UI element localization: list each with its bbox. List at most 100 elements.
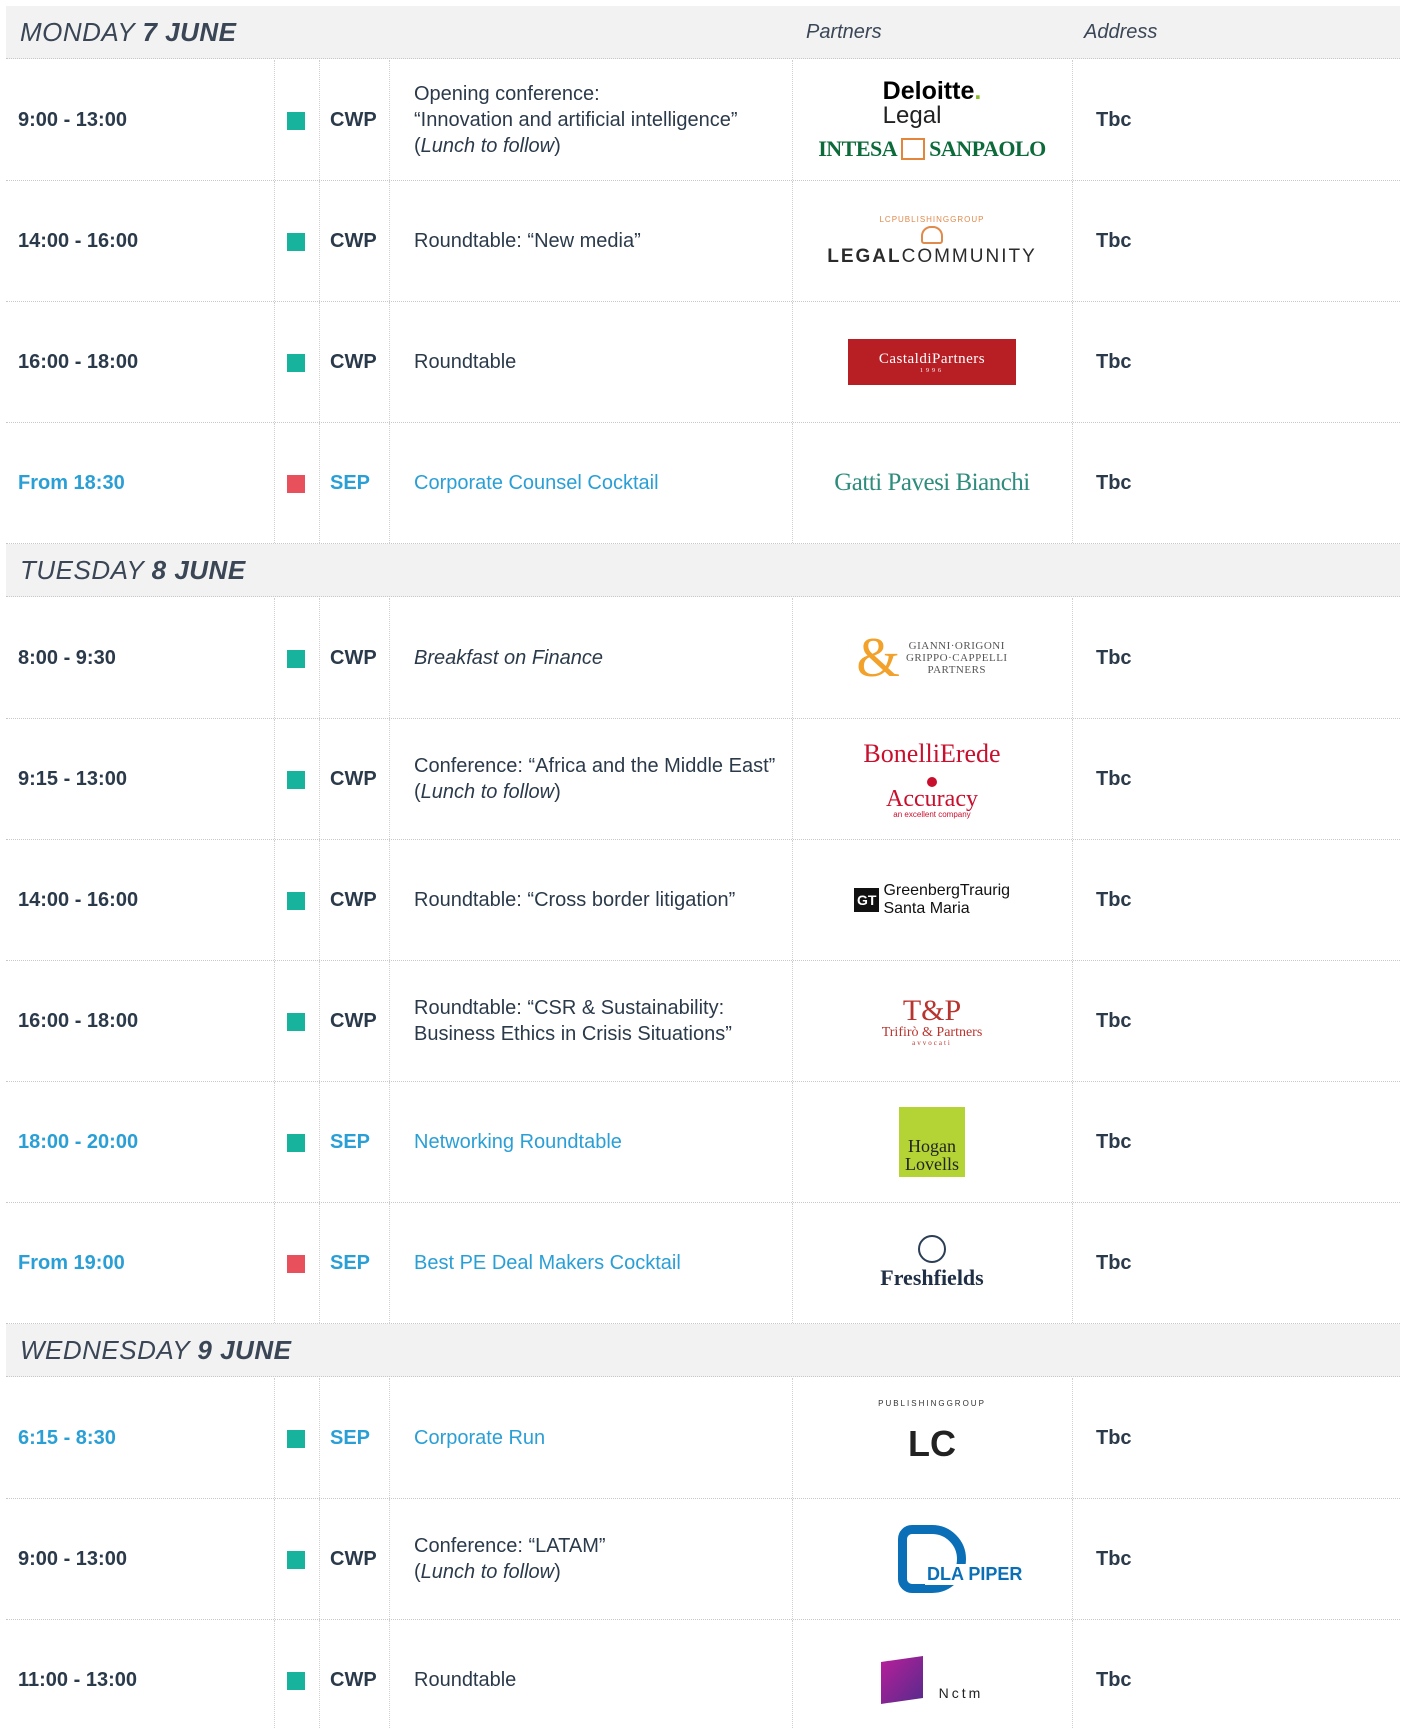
column-divider bbox=[274, 423, 275, 543]
partner-logos: & GIANNI·ORIGONI GRIPPO·CAPPELLI PARTNERS bbox=[792, 598, 1072, 718]
event-title[interactable]: Networking Roundtable bbox=[414, 1082, 794, 1202]
address-column-header: Address bbox=[1084, 21, 1158, 43]
schedule-row[interactable]: 14:00 - 16:00 CWP Roundtable: “Cross borde… bbox=[6, 840, 1400, 961]
lunch-text: Lunch to follow bbox=[420, 1561, 555, 1583]
accuracy-logo: Accuracy an excellent company bbox=[886, 777, 978, 819]
event-line: Conference: “LATAM” bbox=[414, 1535, 606, 1557]
event-line: Roundtable: “New media” bbox=[414, 230, 641, 252]
lunch-text: Lunch to follow bbox=[420, 135, 555, 157]
column-divider bbox=[1072, 60, 1073, 180]
event-title[interactable]: Corporate Counsel Cocktail bbox=[414, 423, 794, 543]
ampersand-icon: & bbox=[856, 627, 900, 689]
event-time: 14:00 - 16:00 bbox=[18, 229, 139, 252]
column-divider bbox=[274, 598, 275, 718]
event-line: Corporate Counsel Cocktail bbox=[414, 472, 659, 494]
event-time: 9:15 - 13:00 bbox=[18, 767, 127, 790]
event-time: 9:00 - 13:00 bbox=[18, 108, 127, 131]
gianni-line-3: PARTNERS bbox=[927, 664, 987, 676]
deloitte-wordmark: Deloitte. bbox=[882, 76, 982, 105]
gianni-line-1: GIANNI·ORIGONI bbox=[908, 640, 1005, 652]
event-line: Corporate Run bbox=[414, 1427, 546, 1449]
event-code: CWP bbox=[330, 767, 377, 790]
legalcommunity-logo: LCPUBLISHINGGROUP LEGALCOMMUNITY bbox=[827, 215, 1037, 268]
event-time: 6:15 - 8:30 bbox=[18, 1426, 116, 1449]
event-code: CWP bbox=[330, 646, 377, 669]
column-divider bbox=[274, 60, 275, 180]
greenberg-line-2: Santa Maria bbox=[883, 900, 970, 917]
column-divider bbox=[319, 1499, 320, 1619]
schedule-row[interactable]: 14:00 - 16:00 CWP Roundtable: “New media” L… bbox=[6, 181, 1400, 302]
schedule-row[interactable]: 16:00 - 18:00 CWP Roundtable: “CSR & Susta… bbox=[6, 961, 1400, 1082]
event-address: Tbc bbox=[1096, 471, 1132, 494]
lc-publishing-logo: PUBLISHINGGROUP LC bbox=[878, 1393, 984, 1483]
event-line: Networking Roundtable bbox=[414, 1131, 622, 1153]
event-code: SEP bbox=[330, 1426, 371, 1449]
partner-logos: PUBLISHINGGROUP LC bbox=[792, 1378, 1072, 1498]
event-line: “Innovation and artificial intelligence” bbox=[414, 109, 738, 131]
column-divider bbox=[319, 181, 320, 301]
schedule-row[interactable]: 6:15 - 8:30 SEP Corporate Run PUBLISHINGGRO… bbox=[6, 1378, 1400, 1499]
event-title: Roundtable: “New media” bbox=[414, 181, 794, 301]
schedule-row[interactable]: 8:00 - 9:30 CWP Breakfast on Finance & GIANN… bbox=[6, 598, 1400, 719]
freshfields-logo: Freshfields bbox=[880, 1235, 984, 1291]
schedule-row[interactable]: 16:00 - 18:00 CWP Roundtable CastaldiPartne… bbox=[6, 302, 1400, 423]
column-divider bbox=[274, 1082, 275, 1202]
schedule-row[interactable]: From 18:30 SEP Corporate Counsel Cocktail G… bbox=[6, 423, 1400, 544]
event-line: Best PE Deal Makers Cocktail bbox=[414, 1252, 681, 1274]
green-category-square bbox=[287, 1551, 305, 1569]
gianni-text: GIANNI·ORIGONI GRIPPO·CAPPELLI PARTNERS bbox=[906, 640, 1008, 676]
gatti-pavesi-bianchi-logo: Gatti Pavesi Bianchi bbox=[834, 469, 1030, 496]
schedule-row[interactable]: 18:00 - 20:00 SEP Networking Roundtable Hog… bbox=[6, 1082, 1400, 1203]
event-title: Conference: “LATAM” (Lunch to follow) bbox=[414, 1499, 794, 1619]
intesa-text: INTESA bbox=[818, 135, 898, 161]
day-header: WEDNESDAY 9 JUNE bbox=[6, 1324, 1400, 1377]
tp-monogram: T&P bbox=[902, 993, 962, 1027]
column-divider bbox=[319, 1620, 320, 1728]
accuracy-sub: an excellent company bbox=[893, 810, 971, 819]
event-title[interactable]: Corporate Run bbox=[414, 1378, 794, 1498]
column-divider bbox=[1072, 1203, 1073, 1323]
red-category-square bbox=[287, 1255, 305, 1273]
partner-logos: Gatti Pavesi Bianchi bbox=[792, 423, 1072, 543]
trifiro-sub: avvocati bbox=[912, 1038, 952, 1047]
schedule-row[interactable]: 9:00 - 13:00 CWP Conference: “LATAM” (Lunch… bbox=[6, 1499, 1400, 1620]
schedule-row[interactable]: 9:15 - 13:00 CWP Conference: “Africa and t… bbox=[6, 719, 1400, 840]
event-title: Roundtable: “Cross border litigation” bbox=[414, 840, 794, 960]
event-code: CWP bbox=[330, 888, 377, 911]
column-divider bbox=[1072, 1620, 1073, 1728]
event-title: Roundtable: “CSR & Sustainability: Busine… bbox=[414, 961, 794, 1081]
partner-logos: BonelliErede Accuracy an excellent company bbox=[792, 719, 1072, 839]
event-time: 8:00 - 9:30 bbox=[18, 646, 116, 669]
deloitte-dot: . bbox=[974, 76, 982, 105]
event-line: Roundtable bbox=[414, 351, 517, 373]
event-title: Roundtable bbox=[414, 1620, 794, 1728]
column-divider bbox=[319, 1082, 320, 1202]
column-divider bbox=[319, 1203, 320, 1323]
column-divider bbox=[319, 598, 320, 718]
schedule-row[interactable]: 11:00 - 13:00 CWP Roundtable Nctm Tbc bbox=[6, 1620, 1400, 1728]
green-category-square bbox=[287, 1013, 305, 1031]
column-divider bbox=[319, 840, 320, 960]
column-divider bbox=[274, 181, 275, 301]
event-line: Business Ethics in Crisis Situations” bbox=[414, 1023, 732, 1045]
castaldi-text: CastaldiPartners bbox=[878, 350, 986, 367]
event-address: Tbc bbox=[1096, 1251, 1132, 1274]
column-divider bbox=[1072, 181, 1073, 301]
day-title: TUESDAY 8 JUNE bbox=[20, 555, 246, 585]
column-divider bbox=[319, 423, 320, 543]
schedule-row[interactable]: From 19:00 SEP Best PE Deal Makers Cocktai… bbox=[6, 1203, 1400, 1324]
event-title[interactable]: Best PE Deal Makers Cocktail bbox=[414, 1203, 794, 1323]
greenberg-traurig-logo: GT GreenbergTraurig Santa Maria bbox=[853, 882, 1010, 918]
day-date: 7 JUNE bbox=[142, 17, 237, 47]
gt-badge: GT bbox=[853, 888, 880, 912]
event-code: CWP bbox=[330, 229, 377, 252]
column-divider bbox=[1072, 840, 1073, 960]
event-address: Tbc bbox=[1096, 229, 1132, 252]
partner-logos: T&P Trifirò & Partners avvocati bbox=[792, 961, 1072, 1081]
event-address: Tbc bbox=[1096, 108, 1132, 131]
event-code: CWP bbox=[330, 1009, 377, 1032]
column-divider bbox=[1072, 1499, 1073, 1619]
event-title: Roundtable bbox=[414, 302, 794, 422]
day-date: 9 JUNE bbox=[197, 1335, 292, 1365]
schedule-row[interactable]: 9:00 - 13:00 CWP Opening conference: “Innov… bbox=[6, 60, 1400, 181]
